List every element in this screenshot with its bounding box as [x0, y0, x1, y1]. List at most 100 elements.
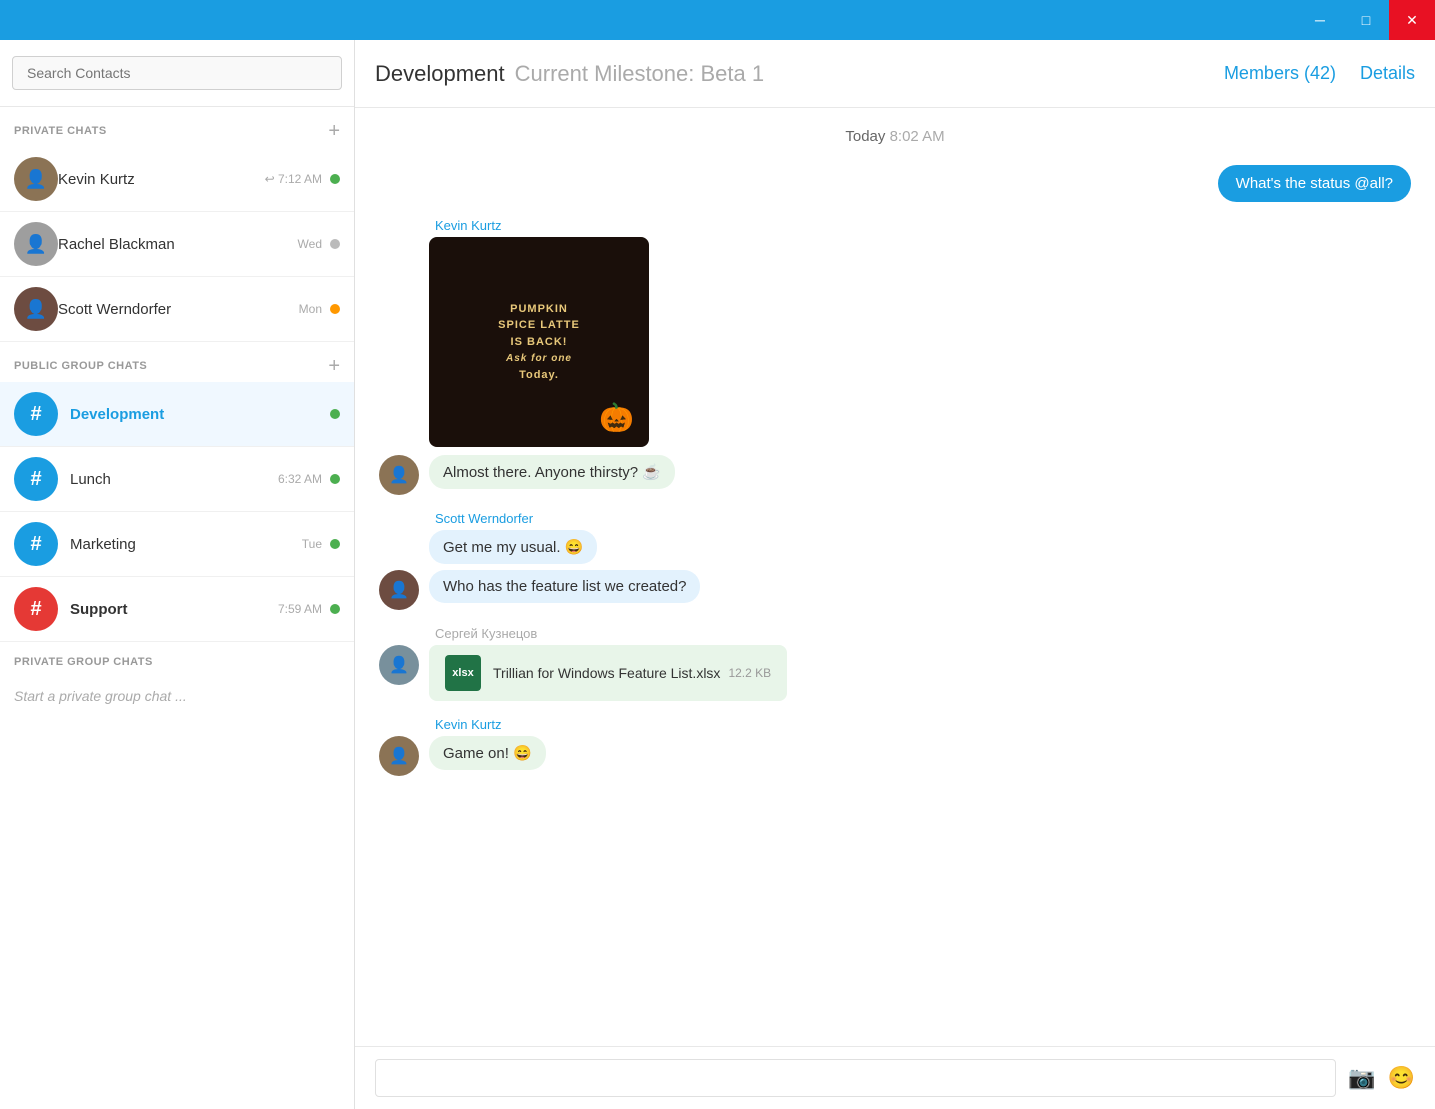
message-row-kevin-game: 👤 Game on! 😄 [379, 736, 1411, 776]
chat-input[interactable] [375, 1059, 1336, 1097]
chat-header-links: Members (42) Details [1224, 63, 1415, 84]
add-public-group-button[interactable]: + [328, 356, 340, 376]
status-dot-lunch [330, 474, 340, 484]
sidebar-item-lunch[interactable]: # Lunch 6:32 AM [0, 447, 354, 512]
sender-name-scott: Scott Werndorfer [435, 511, 1411, 526]
pumpkin-image: PUMPKINSPICE LATTEIS BACK!Ask for oneTod… [429, 237, 649, 447]
chat-input-area: 📷 😊 [355, 1046, 1435, 1109]
status-dot-kevin [330, 174, 340, 184]
contact-name-rachel: Rachel Blackman [58, 236, 175, 253]
contact-time-kevin: ↩ 7:12 AM [265, 172, 322, 186]
main-container: PRIVATE CHATS + 👤 Kevin Kurtz ↩ 7:12 AM … [0, 40, 1435, 1109]
message-row-sergei: 👤 xlsx Trillian for Windows Feature List… [379, 645, 1411, 701]
date-header: Today 8:02 AM [379, 128, 1411, 145]
chat-title: Development [375, 61, 505, 87]
chat-subtitle: Current Milestone: Beta 1 [515, 61, 764, 87]
avatar-sergei-msg: 👤 [379, 645, 419, 685]
message-row-scott-2: 👤 Who has the feature list we created? [379, 570, 1411, 610]
status-dot-development [330, 409, 340, 419]
group-info-support: Support 7:59 AM [70, 601, 340, 618]
sidebar-item-development[interactable]: # Development [0, 382, 354, 447]
sidebar: PRIVATE CHATS + 👤 Kevin Kurtz ↩ 7:12 AM … [0, 40, 355, 1109]
group-name-development: Development [70, 406, 164, 423]
contact-name-scott: Scott Werndorfer [58, 301, 171, 318]
avatar-support: # [14, 587, 58, 631]
sidebar-content: PRIVATE CHATS + 👤 Kevin Kurtz ↩ 7:12 AM … [0, 107, 354, 1109]
message-bubble-scott-2: Who has the feature list we created? [429, 570, 700, 603]
message-group-sergei: Сергей Кузнецов 👤 xlsx Trillian for Wind… [379, 626, 1411, 701]
chat-area: Development Current Milestone: Beta 1 Me… [355, 40, 1435, 1109]
sender-name-kevin-2: Kevin Kurtz [435, 717, 1411, 732]
chat-input-icons: 📷 😊 [1348, 1065, 1415, 1091]
sender-name-kevin-1: Kevin Kurtz [435, 218, 1411, 233]
group-meta-marketing: Marketing Tue [70, 536, 340, 553]
message-group-kevin-1: Kevin Kurtz PUMPKINSPICE LATTEIS BACK!As… [379, 218, 1411, 495]
message-group-scott: Scott Werndorfer Get me my usual. 😄 👤 Wh… [379, 511, 1411, 610]
sidebar-item-support[interactable]: # Support 7:59 AM [0, 577, 354, 642]
message-group-kevin-2: Kevin Kurtz 👤 Game on! 😄 [379, 717, 1411, 776]
group-info-marketing: Marketing Tue [70, 536, 340, 553]
avatar-scott: 👤 [14, 287, 58, 331]
group-time-marketing: Tue [302, 537, 322, 551]
group-info-lunch: Lunch 6:32 AM [70, 471, 340, 488]
start-private-group-link[interactable]: Start a private group chat ... [14, 688, 187, 704]
private-chats-label: PRIVATE CHATS [14, 125, 107, 137]
contact-meta-scott: Scott Werndorfer Mon [58, 301, 340, 318]
avatar-scott-msg: 👤 [379, 570, 419, 610]
contact-info-rachel: Rachel Blackman Wed [58, 236, 340, 253]
members-link[interactable]: Members (42) [1224, 63, 1336, 84]
minimize-button[interactable]: ─ [1297, 0, 1343, 40]
group-time-support: 7:59 AM [278, 602, 322, 616]
details-link[interactable]: Details [1360, 63, 1415, 84]
camera-icon[interactable]: 📷 [1348, 1065, 1375, 1091]
group-meta-development: Development [70, 406, 340, 423]
status-dot-support [330, 604, 340, 614]
sender-name-sergei: Сергей Кузнецов [435, 626, 1411, 641]
private-group-section-header: PRIVATE GROUP CHATS [0, 642, 354, 674]
contact-item-rachel[interactable]: 👤 Rachel Blackman Wed [0, 212, 354, 277]
contact-time-rachel: Wed [298, 237, 322, 251]
file-icon-excel: xlsx [445, 655, 481, 691]
contact-info-kevin: Kevin Kurtz ↩ 7:12 AM [58, 171, 340, 188]
group-name-marketing: Marketing [70, 536, 136, 553]
avatar-kevin: 👤 [14, 157, 58, 201]
search-input[interactable] [12, 56, 342, 90]
emoji-icon[interactable]: 😊 [1388, 1065, 1415, 1091]
file-attachment-sergei[interactable]: xlsx Trillian for Windows Feature List.x… [429, 645, 787, 701]
contact-item-kevin[interactable]: 👤 Kevin Kurtz ↩ 7:12 AM [0, 147, 354, 212]
avatar-rachel: 👤 [14, 222, 58, 266]
group-meta-support: Support 7:59 AM [70, 601, 340, 618]
avatar-development: # [14, 392, 58, 436]
my-message-wrapper: What's the status @all? [379, 165, 1411, 202]
group-info-development: Development [70, 406, 340, 423]
contact-meta-kevin: Kevin Kurtz ↩ 7:12 AM [58, 171, 340, 188]
contact-meta-rachel: Rachel Blackman Wed [58, 236, 340, 253]
sidebar-item-marketing[interactable]: # Marketing Tue [0, 512, 354, 577]
close-button[interactable]: ✕ [1389, 0, 1435, 40]
contact-item-scott[interactable]: 👤 Scott Werndorfer Mon [0, 277, 354, 342]
contact-info-scott: Scott Werndorfer Mon [58, 301, 340, 318]
add-private-chat-button[interactable]: + [328, 121, 340, 141]
search-container [0, 40, 354, 107]
message-bubble-kevin-coffee: Almost there. Anyone thirsty? ☕ [429, 455, 675, 489]
maximize-button[interactable]: □ [1343, 0, 1389, 40]
private-group-section: Start a private group chat ... [0, 674, 354, 720]
group-time-lunch: 6:32 AM [278, 472, 322, 486]
contact-time-scott: Mon [299, 302, 322, 316]
avatar-kevin-msg-2: 👤 [379, 736, 419, 776]
my-message-bubble: What's the status @all? [1218, 165, 1411, 202]
titlebar: ─ □ ✕ [0, 0, 1435, 40]
public-group-section-header: PUBLIC GROUP CHATS + [0, 342, 354, 382]
group-meta-lunch: Lunch 6:32 AM [70, 471, 340, 488]
chat-header: Development Current Milestone: Beta 1 Me… [355, 40, 1435, 108]
status-dot-rachel [330, 239, 340, 249]
group-name-lunch: Lunch [70, 471, 111, 488]
contact-name-kevin: Kevin Kurtz [58, 171, 135, 188]
status-dot-marketing [330, 539, 340, 549]
avatar-marketing: # [14, 522, 58, 566]
avatar-lunch: # [14, 457, 58, 501]
date-today: Today [845, 128, 885, 145]
message-bubble-kevin-game: Game on! 😄 [429, 736, 546, 770]
date-time: 8:02 AM [890, 128, 945, 145]
status-dot-scott [330, 304, 340, 314]
